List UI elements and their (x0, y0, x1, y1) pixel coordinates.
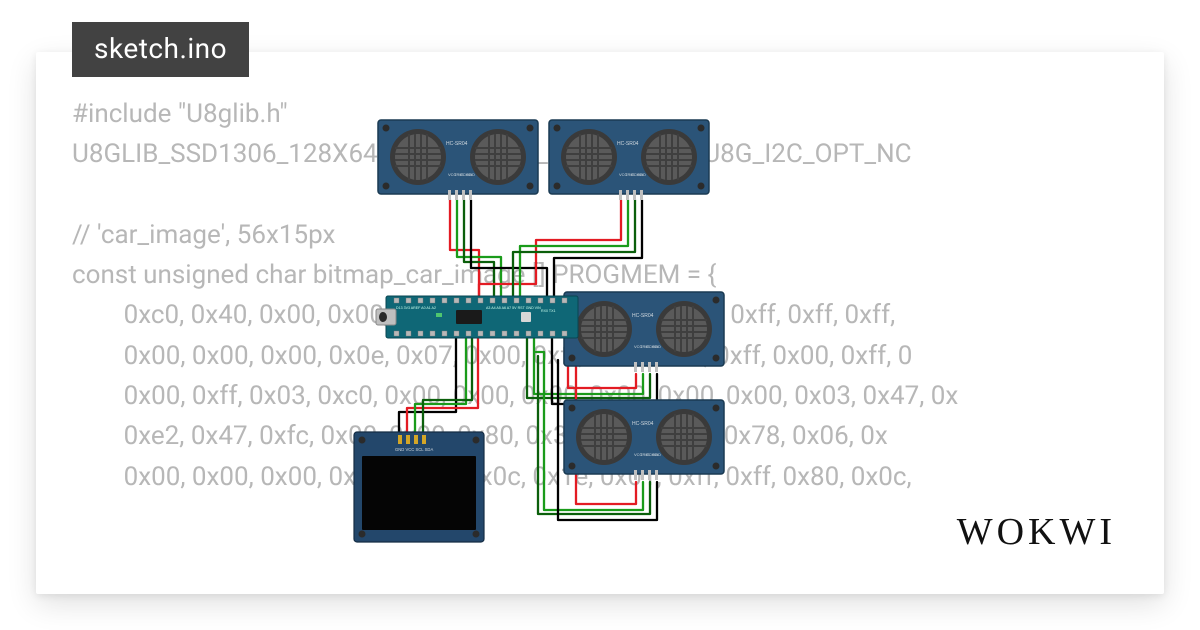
circuit-diagram[interactable]: HC-SR04 VCC TRIG ECHO GND (306, 112, 856, 592)
svg-text:GND VCC SCL SDA: GND VCC SCL SDA (395, 447, 433, 452)
arduino-nano[interactable]: RX0 TX1 A3 A4 A5 A6 A7 5V RST GND VIN D1… (376, 296, 578, 338)
editor-card: #include "U8glib.h" U8GLIB_SSD1306_128X6… (36, 52, 1164, 594)
ultrasonic-sensor-1[interactable] (378, 120, 538, 200)
code-line: #include "U8glib.h" (72, 99, 288, 129)
svg-text:A3 A4 A5 A6 A7 5V RST GND VIN: A3 A4 A5 A6 A7 5V RST GND VIN (486, 306, 541, 310)
svg-text:RX0 TX1: RX0 TX1 (541, 309, 556, 313)
file-tab[interactable]: sketch.ino (72, 22, 249, 77)
oled-display[interactable]: GND VCC SCL SDA (354, 432, 484, 542)
ultrasonic-sensor-4[interactable] (564, 400, 724, 480)
svg-text:D13 3V3 AREF A0 A1 A2: D13 3V3 AREF A0 A1 A2 (396, 306, 436, 310)
viewport: #include "U8glib.h" U8GLIB_SSD1306_128X6… (0, 0, 1200, 630)
code-line: // 'car_image', 56x15px (72, 220, 335, 250)
ultrasonic-sensor-3[interactable] (564, 292, 724, 372)
ultrasonic-sensor-2[interactable] (549, 120, 709, 200)
wokwi-logo: WOKWI (957, 510, 1116, 554)
